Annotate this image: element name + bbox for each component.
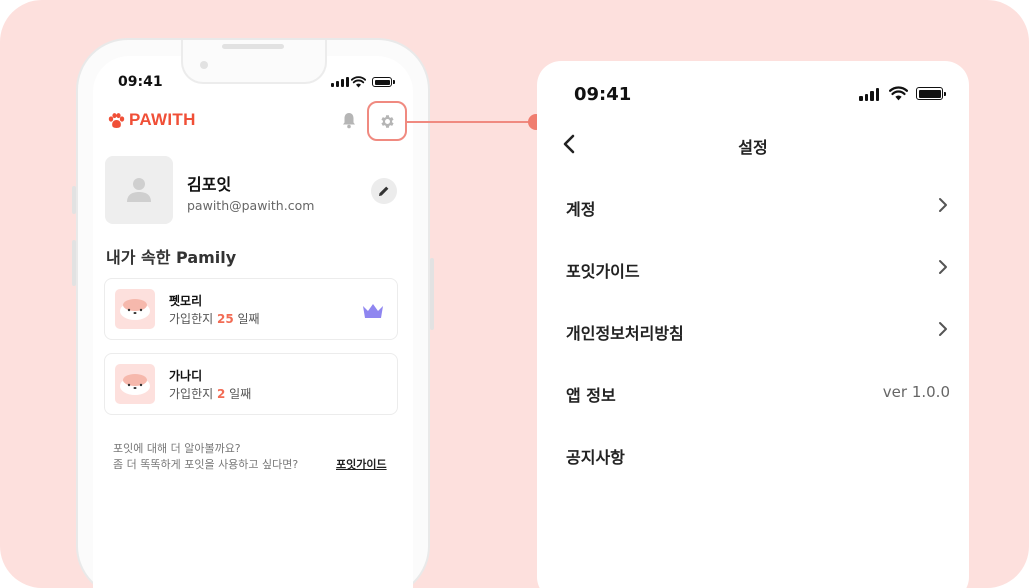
help-text-line1: 포잇에 대해 더 알아볼까요? <box>113 442 241 455</box>
status-time: 09:41 <box>574 84 632 105</box>
help-text-line2: 좀 더 똑똑하게 포잇을 사용하고 싶다면? <box>113 458 299 471</box>
settings-item-account[interactable]: 계정 <box>566 186 952 226</box>
joined-suffix: 일째 <box>233 312 260 326</box>
gear-icon <box>381 115 394 128</box>
page-title: 설정 <box>738 138 768 157</box>
chevron-right-icon <box>939 198 947 212</box>
guide-link[interactable]: 포잇가이드 <box>336 456 387 472</box>
joined-prefix: 가입한지 <box>169 312 217 326</box>
phone-camera <box>200 61 208 69</box>
chevron-right-icon <box>939 322 947 336</box>
bell-icon[interactable] <box>342 112 356 129</box>
crown-icon <box>363 304 383 318</box>
user-placeholder-icon <box>127 178 151 202</box>
status-time: 09:41 <box>118 74 163 90</box>
app-version: ver 1.0.0 <box>882 383 950 401</box>
pamily-name: 펫모리 <box>169 294 203 308</box>
pamily-section-title: 내가 속한 Pamily <box>106 248 237 267</box>
connector-line <box>406 121 536 123</box>
profile-email: pawith@pawith.com <box>187 198 315 213</box>
edit-profile-button[interactable] <box>371 178 397 204</box>
pet-thumbnail <box>115 289 155 329</box>
wifi-icon <box>351 76 366 88</box>
phone-side-button <box>430 258 434 330</box>
cellular-signal-icon <box>859 88 879 101</box>
joined-days: 25 <box>216 312 234 326</box>
settings-item-label: 계정 <box>566 200 596 219</box>
phone-side-button <box>72 186 76 214</box>
pamily-name: 가나디 <box>169 369 203 383</box>
phone-speaker <box>222 44 284 49</box>
settings-button[interactable] <box>367 101 407 141</box>
settings-item-label: 공지사항 <box>566 448 625 467</box>
settings-item-guide[interactable]: 포잇가이드 <box>566 248 952 288</box>
cellular-signal-icon <box>331 77 349 87</box>
phone-side-button <box>72 240 76 286</box>
brand-logo-text: PAWITH <box>129 110 196 129</box>
pet-face-icon <box>120 374 150 395</box>
chevron-right-icon <box>939 260 947 274</box>
background-canvas: 09:41 PAWITH 김포잇 pawith@pawith.com 내가 속한… <box>0 0 1029 588</box>
settings-item-label: 개인정보처리방침 <box>566 324 684 343</box>
wifi-icon <box>889 86 908 101</box>
pamily-joined-text: 가입한지 2 일째 <box>169 385 251 402</box>
battery-icon <box>372 77 395 87</box>
settings-item-notice[interactable]: 공지사항 <box>566 434 952 474</box>
settings-item-privacy[interactable]: 개인정보처리방침 <box>566 310 952 350</box>
pencil-icon <box>379 186 389 196</box>
settings-item-label: 앱 정보 <box>566 386 616 405</box>
paw-logo-icon <box>108 113 125 128</box>
joined-suffix: 일째 <box>225 387 252 401</box>
joined-prefix: 가입한지 <box>169 387 217 401</box>
settings-item-label: 포잇가이드 <box>566 262 640 281</box>
pamily-joined-text: 가입한지 25 일째 <box>169 310 260 327</box>
pamily-card[interactable]: 가나디 가입한지 2 일째 <box>104 353 398 415</box>
battery-icon <box>916 87 946 100</box>
pamily-card[interactable]: 펫모리 가입한지 25 일째 <box>104 278 398 340</box>
pet-face-icon <box>120 299 150 320</box>
profile-name: 김포잇 <box>187 175 232 194</box>
avatar[interactable] <box>105 156 173 224</box>
pet-thumbnail <box>115 364 155 404</box>
settings-item-app-info[interactable]: 앱 정보 ver 1.0.0 <box>566 372 952 412</box>
